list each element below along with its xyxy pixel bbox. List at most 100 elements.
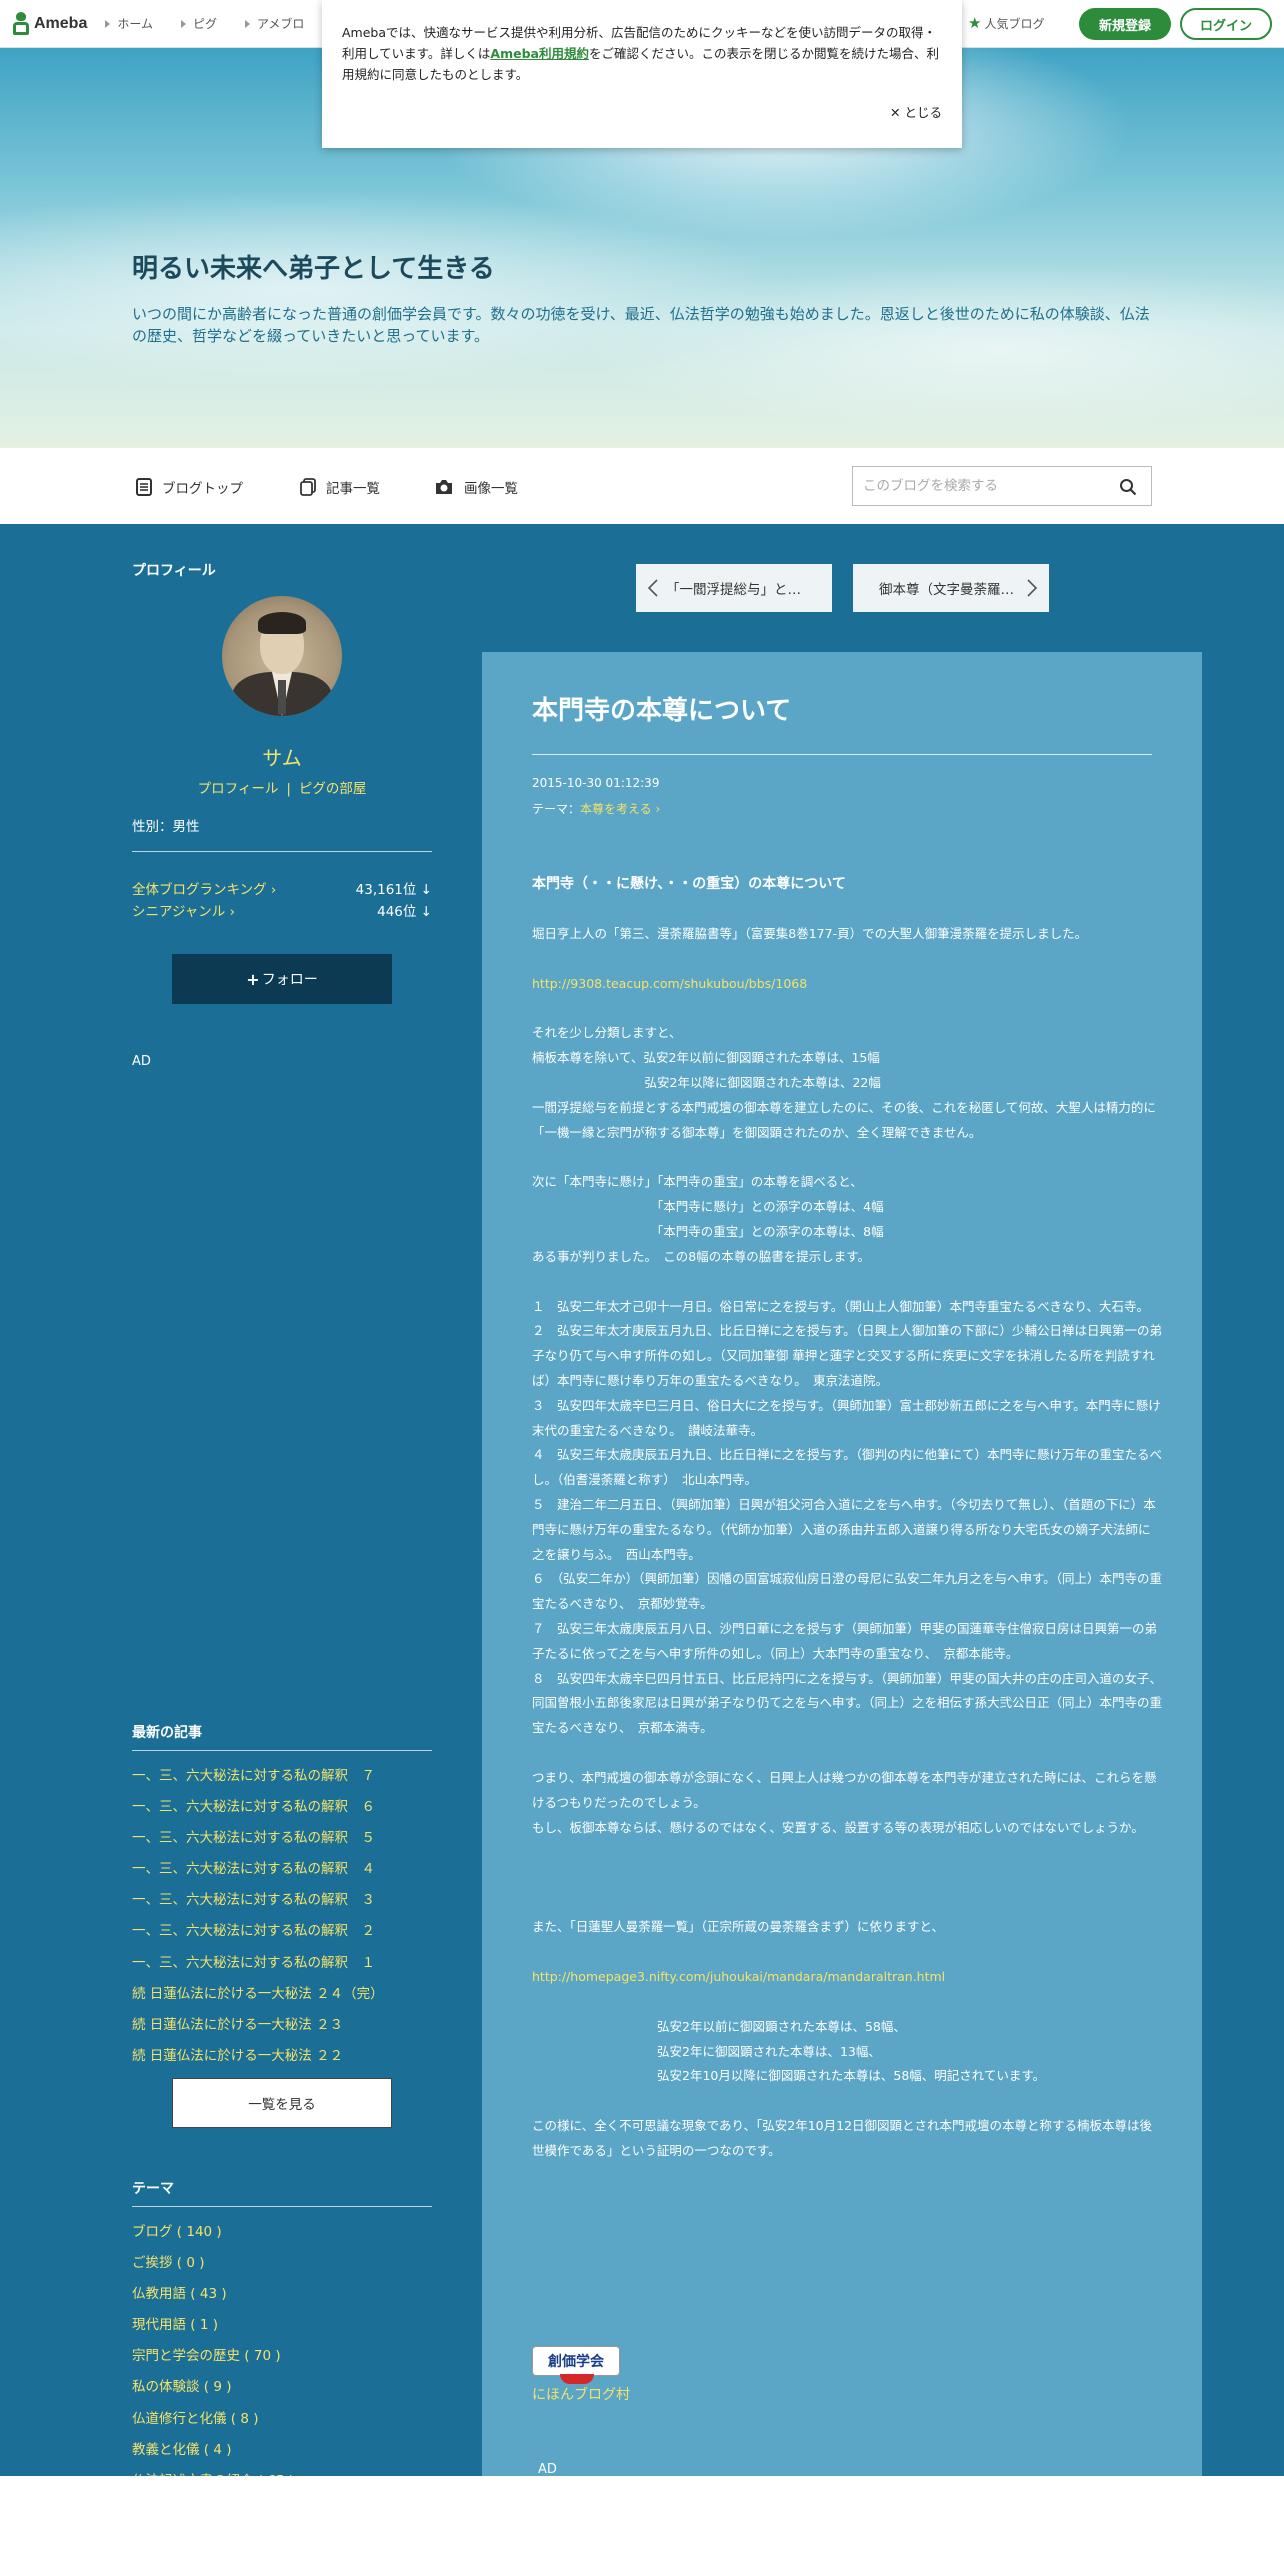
- ranking-genre-label: シニアジャンル: [132, 904, 226, 920]
- login-button[interactable]: ログイン: [1180, 8, 1272, 40]
- inscription-item: １ 弘安二年太才己卯十一月日。俗日常に之を授与す。（開山上人御加筆）本門寺重宝た…: [532, 1298, 1150, 1314]
- body-line: それを少し分類しますと、: [532, 1025, 682, 1041]
- blog-subnav: ブログトップ 記事一覧 画像一覧: [0, 448, 1284, 524]
- body-line: 「本門寺の重宝」との添字の本尊は、8幅: [532, 1223, 884, 1239]
- latest-article-item[interactable]: 一、三、六大秘法に対する私の解釈 ５: [132, 1826, 384, 1857]
- profile-links: プロフィール | ピグの部屋: [132, 777, 432, 797]
- plus-icon: +: [246, 969, 260, 989]
- latest-article-item[interactable]: 続 日蓮仏法に於ける一大秘法 ２２: [132, 2044, 384, 2075]
- latest-article-item[interactable]: 続 日蓮仏法に於ける一大秘法 ２４（完）: [132, 1982, 384, 2013]
- nav-ameblo[interactable]: アメブロ: [245, 15, 304, 32]
- document-icon: [136, 478, 152, 496]
- soka-gakkai-badge[interactable]: 創価学会: [532, 2346, 620, 2376]
- theme-item[interactable]: 私の体験談 ( 9 ): [132, 2375, 294, 2406]
- blog-description: いつの間にか高齢者になった普通の創価学会員です。数々の功徳を受け、最近、仏法哲学…: [132, 305, 1150, 345]
- next-article-button[interactable]: 御本尊（文字曼荼羅…: [853, 564, 1049, 612]
- divider: [132, 1750, 432, 1751]
- follow-button[interactable]: + フォロー: [172, 954, 392, 1004]
- copy-icon: [300, 478, 316, 496]
- body-paragraph: 一閻浮提総与を前提とする本門戒壇の御本尊を建立したのに、その後、これを秘匿して何…: [532, 1099, 1156, 1140]
- camera-icon: [436, 480, 452, 494]
- nihon-blog-mura-link[interactable]: にほんブログ村: [532, 2384, 630, 2404]
- divider: [132, 2206, 432, 2207]
- profile-heading: プロフィール: [132, 563, 216, 579]
- latest-articles-list: 一、三、六大秘法に対する私の解釈 ７ 一、三、六大秘法に対する私の解釈 ６ 一、…: [132, 1764, 384, 2075]
- article-list-link[interactable]: 記事一覧: [300, 477, 380, 497]
- nav-pigg[interactable]: ピグ: [181, 15, 217, 32]
- prev-article-button[interactable]: 「一閻浮提総与」と…: [636, 564, 832, 612]
- nav-home[interactable]: ホーム: [105, 15, 153, 32]
- latest-article-item[interactable]: 一、三、六大秘法に対する私の解釈 １: [132, 1951, 384, 1982]
- popular-blog-label: 人気ブログ: [984, 16, 1045, 31]
- cookie-notice: Amebaでは、快適なサービス提供や利用分析、広告配信のためにクッキーなどを使い…: [322, 0, 962, 148]
- theme-item[interactable]: 仏道修行と化儀 ( 8 ): [132, 2407, 294, 2438]
- body-line: 弘安2年以前に御図顕された本尊は、58幅、: [532, 2018, 906, 2034]
- ranking-all-value: 43,161位 ↓: [355, 882, 432, 898]
- nav-home-label: ホーム: [117, 17, 153, 31]
- divider: [532, 754, 1152, 755]
- see-all-articles-button[interactable]: 一覧を見る: [172, 2078, 392, 2128]
- profile-name[interactable]: サム: [132, 742, 432, 771]
- inscription-item: ５ 建治二年二月五日、（興師加筆）日興が祖父河合入道に之を与へ申す。（今切去りて…: [532, 1496, 1156, 1562]
- latest-article-item[interactable]: 一、三、六大秘法に対する私の解釈 ４: [132, 1857, 384, 1888]
- body-line: 「本門寺に懸け」との添字の本尊は、4幅: [532, 1199, 884, 1215]
- body-paragraph: もし、板御本尊ならば、懸けるのではなく、安置する、設置する等の表現が相応しいので…: [532, 1819, 1144, 1835]
- ameba-logo-icon: [12, 11, 30, 36]
- chevron-right-icon: ›: [270, 882, 277, 898]
- article-ad-label: AD: [538, 2462, 557, 2477]
- terms-link[interactable]: Ameba利用規約: [490, 46, 589, 61]
- ranking-all-label: 全体ブログランキング: [132, 882, 267, 898]
- body-line: 次に「本門寺に懸け」「本門寺の重宝」の本尊を調べると、: [532, 1174, 863, 1190]
- profile-avatar[interactable]: [222, 596, 342, 716]
- latest-article-item[interactable]: 続 日蓮仏法に於ける一大秘法 ２３: [132, 2013, 384, 2044]
- profile-gender: 性別：男性: [132, 819, 200, 835]
- inscription-item: ６ （弘安二年か）（興師加筆）因幡の国富城寂仙房日澄の母尼に弘安二年九月之を与へ…: [532, 1571, 1163, 1612]
- blog-top-label: ブログトップ: [162, 481, 243, 497]
- body-paragraph: 堀日亨上人の「第三、漫荼羅脇書等」（富要集8巻177-頁）での大聖人御筆漫荼羅を…: [532, 925, 1088, 941]
- register-button[interactable]: 新規登録: [1079, 8, 1171, 40]
- profile-link[interactable]: プロフィール: [198, 781, 279, 797]
- article-theme-link[interactable]: 本尊を考える ›: [580, 802, 660, 816]
- article-theme-label: テーマ：: [532, 802, 581, 816]
- ranking-all[interactable]: 全体ブログランキング › 43,161位 ↓: [132, 878, 432, 898]
- caret-right-icon: [181, 19, 186, 28]
- caret-right-icon: [105, 19, 111, 28]
- theme-item[interactable]: ご挨拶 ( 0 ): [132, 2251, 294, 2282]
- cookie-close-button[interactable]: ✕ とじる: [890, 102, 942, 123]
- blog-top-link[interactable]: ブログトップ: [136, 477, 243, 497]
- latest-article-item[interactable]: 一、三、六大秘法に対する私の解釈 ２: [132, 1919, 384, 1950]
- theme-item[interactable]: 現代用語 ( 1 ): [132, 2313, 294, 2344]
- close-icon: ✕: [890, 105, 905, 120]
- theme-item[interactable]: 仏教用語 ( 43 ): [132, 2282, 294, 2313]
- blog-search-input[interactable]: [853, 467, 1093, 505]
- latest-article-item[interactable]: 一、三、六大秘法に対する私の解釈 ７: [132, 1764, 384, 1795]
- article-heading: 本門寺（・・に懸け、・・の重宝）の本尊について: [532, 876, 846, 892]
- next-article-label: 御本尊（文字曼荼羅…: [879, 582, 1014, 598]
- latest-article-item[interactable]: 一、三、六大秘法に対する私の解釈 ６: [132, 1795, 384, 1826]
- theme-item[interactable]: 宗門と学会の歴史 ( 70 ): [132, 2344, 294, 2375]
- body-line: 弘安2年に御図顕された本尊は、13幅、: [532, 2043, 881, 2059]
- ameba-logo[interactable]: Ameba: [12, 11, 87, 36]
- body-line: 弘安2年以降に御図顕された本尊は、22幅: [532, 1074, 881, 1090]
- image-list-link[interactable]: 画像一覧: [434, 477, 518, 497]
- popular-blog-link[interactable]: ★ 人気ブログ: [968, 14, 1044, 32]
- body-line: 弘安2年10月以降に御図顕された本尊は、58幅、明記されています。: [532, 2068, 1046, 2084]
- pigg-room-link[interactable]: ピグの部屋: [299, 781, 367, 797]
- theme-item[interactable]: 教義と化儀 ( 4 ): [132, 2438, 294, 2469]
- sidebar-ad-label: AD: [132, 1054, 151, 1069]
- body-link[interactable]: http://homepage3.nifty.com/juhoukai/mand…: [532, 1965, 1162, 1990]
- divider: [132, 851, 432, 852]
- ranking-genre[interactable]: シニアジャンル › 446位 ↓: [132, 900, 432, 920]
- theme-item[interactable]: ブログ ( 140 ): [132, 2220, 294, 2251]
- latest-article-item[interactable]: 一、三、六大秘法に対する私の解釈 ３: [132, 1888, 384, 1919]
- inscription-item: ８ 弘安四年太歳辛巳四月廿五日、比丘尼持円に之を授与す。（興師加筆）甲斐の国大井…: [532, 1670, 1163, 1736]
- body-paragraph: つまり、本門戒壇の御本尊が念頭になく、日興上人は幾つかの御本尊を本門寺が建立され…: [532, 1769, 1157, 1810]
- article-title[interactable]: 本門寺の本尊について: [532, 690, 791, 727]
- image-list-label: 画像一覧: [464, 481, 518, 497]
- ranking-genre-value: 446位 ↓: [377, 904, 432, 920]
- search-icon[interactable]: [1119, 478, 1137, 496]
- follow-label: フォロー: [261, 972, 318, 988]
- global-nav: ホーム ピグ アメブロ: [105, 15, 332, 32]
- blog-title[interactable]: 明るい未来へ弟子として生きる: [132, 248, 495, 285]
- body-link[interactable]: http://9308.teacup.com/shukubou/bbs/1068: [532, 972, 1162, 997]
